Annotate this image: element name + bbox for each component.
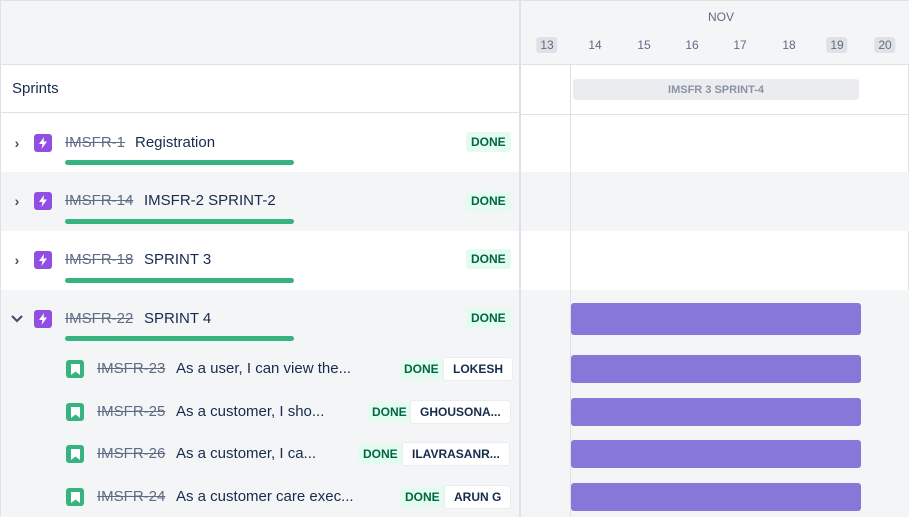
issue-key[interactable]: IMSFR-14 [65, 192, 133, 209]
month-label: NOV [707, 10, 735, 24]
timeline-panel: NOV 13 14 15 16 17 18 19 20 IMSFR 3 SPRI… [521, 1, 909, 517]
timeline-row [521, 172, 909, 231]
assignee-badge[interactable]: ARUN G [444, 485, 512, 509]
story-row[interactable]: IMSFR-26 As a customer, I ca... DONE ILA… [1, 433, 519, 475]
progress-bar [65, 219, 294, 224]
chevron-right-icon[interactable]: › [9, 135, 25, 151]
progress-bar [65, 160, 294, 165]
progress-bar [65, 278, 294, 283]
issue-key[interactable]: IMSFR-25 [97, 403, 165, 420]
issue-summary[interactable]: As a customer care exec... [176, 488, 354, 505]
lightning-icon [34, 192, 52, 210]
epic-row[interactable]: › IMSFR-1 Registration DONE [1, 114, 519, 172]
day-label: 16 [685, 38, 699, 52]
status-badge: DONE [367, 402, 412, 422]
issue-summary[interactable]: As a customer, I sho... [176, 403, 324, 420]
day-label: 17 [733, 38, 747, 52]
timeline-row [521, 114, 909, 172]
issue-key[interactable]: IMSFR-1 [65, 134, 125, 151]
issue-key[interactable]: IMSFR-26 [97, 445, 165, 462]
status-badge: DONE [466, 308, 511, 328]
timeline-view: Sprints › IMSFR-1 Registration DONE › IM… [0, 0, 909, 517]
story-row[interactable]: IMSFR-24 As a customer care exec... DONE… [1, 475, 519, 517]
day-label: 14 [588, 38, 602, 52]
lightning-icon [34, 251, 52, 269]
day-label: 20 [874, 37, 896, 53]
epic-row[interactable]: › IMSFR-14 IMSFR-2 SPRINT-2 DONE [1, 172, 519, 231]
sprint-marker[interactable]: IMSFR 3 SPRINT-4 [573, 79, 859, 100]
issue-key[interactable]: IMSFR-24 [97, 488, 165, 505]
status-badge: DONE [358, 444, 403, 464]
lightning-icon [34, 134, 52, 152]
story-bar[interactable] [571, 483, 861, 511]
bookmark-icon [66, 403, 84, 421]
issue-key[interactable]: IMSFR-18 [65, 251, 133, 268]
assignee-badge[interactable]: GHOUSONA... [410, 400, 511, 424]
epic-row[interactable]: › IMSFR-18 SPRINT 3 DONE [1, 231, 519, 290]
status-badge: DONE [399, 359, 444, 379]
status-badge: DONE [466, 249, 511, 269]
issue-summary[interactable]: Registration [135, 134, 215, 151]
day-label: 18 [782, 38, 796, 52]
epic-bar[interactable] [571, 303, 861, 335]
issue-key[interactable]: IMSFR-23 [97, 360, 165, 377]
left-header [1, 1, 519, 65]
sprints-title: Sprints [12, 80, 59, 97]
timeline-header: NOV 13 14 15 16 17 18 19 20 [521, 1, 909, 65]
epic-row[interactable]: IMSFR-22 SPRINT 4 DONE [1, 290, 519, 348]
sprints-header: Sprints [1, 65, 519, 113]
assignee-badge[interactable]: ILAVRASANR... [402, 442, 510, 466]
story-bar[interactable] [571, 355, 861, 383]
status-badge: DONE [400, 487, 445, 507]
issue-summary[interactable]: SPRINT 4 [144, 310, 211, 327]
lightning-icon [34, 310, 52, 328]
issue-summary[interactable]: As a customer, I ca... [176, 445, 316, 462]
epic-group: IMSFR-22 SPRINT 4 DONE IMSFR-23 As a use… [1, 290, 519, 517]
issue-summary[interactable]: SPRINT 3 [144, 251, 211, 268]
day-label: 15 [637, 38, 651, 52]
timeline-row [521, 231, 909, 290]
chevron-right-icon[interactable]: › [9, 252, 25, 268]
story-bar[interactable] [571, 398, 861, 426]
chevron-down-icon[interactable] [9, 311, 25, 327]
status-badge: DONE [466, 191, 511, 211]
chevron-right-icon[interactable]: › [9, 193, 25, 209]
issue-summary[interactable]: As a user, I can view the... [176, 360, 351, 377]
issue-summary[interactable]: IMSFR-2 SPRINT-2 [144, 192, 276, 209]
assignee-badge[interactable]: LOKESH [443, 357, 514, 381]
story-row[interactable]: IMSFR-23 As a user, I can view the... DO… [1, 348, 519, 390]
bookmark-icon [66, 488, 84, 506]
issue-key[interactable]: IMSFR-22 [65, 310, 133, 327]
status-badge: DONE [466, 132, 511, 152]
bookmark-icon [66, 360, 84, 378]
day-label: 19 [826, 37, 848, 53]
day-label: 13 [536, 37, 558, 53]
story-row[interactable]: IMSFR-25 As a customer, I sho... DONE GH… [1, 390, 519, 433]
issue-list-panel: Sprints › IMSFR-1 Registration DONE › IM… [1, 1, 521, 517]
progress-bar [65, 336, 294, 341]
today-line [570, 1, 571, 517]
story-bar[interactable] [571, 440, 861, 468]
bookmark-icon [66, 445, 84, 463]
